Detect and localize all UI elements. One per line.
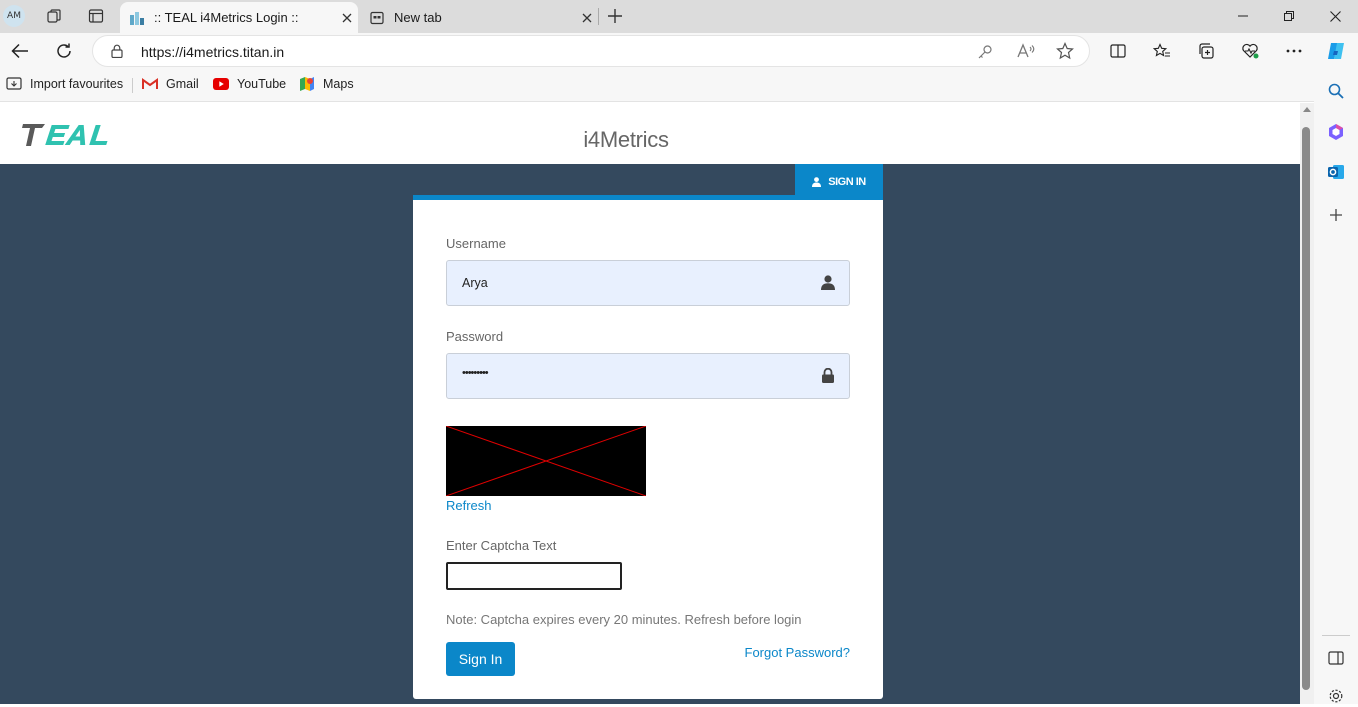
tab-title: :: TEAL i4Metrics Login :: <box>154 10 299 25</box>
sign-in-tab[interactable]: SIGN IN <box>795 164 883 199</box>
sign-in-button[interactable]: Sign In <box>446 642 515 676</box>
sidebar-divider <box>1322 635 1350 636</box>
new-tab-favicon-icon <box>360 10 394 26</box>
maps-icon <box>299 76 315 92</box>
scroll-up-arrow-icon[interactable] <box>1303 107 1311 112</box>
add-sidebar-app-icon[interactable] <box>1325 204 1347 226</box>
tab-close-icon[interactable] <box>336 7 358 29</box>
favourite-maps[interactable]: Maps <box>299 76 354 92</box>
tab-divider <box>598 8 599 25</box>
favourites-bar: Import favourites Gmail YouTube Maps <box>0 69 1358 102</box>
copilot-icon[interactable] <box>1320 35 1352 67</box>
split-screen-icon[interactable] <box>1102 35 1134 67</box>
edge-sidebar <box>1314 69 1358 704</box>
captcha-label: Enter Captcha Text <box>446 538 557 553</box>
tab-teal-login[interactable]: :: TEAL i4Metrics Login :: <box>120 2 358 33</box>
office-icon[interactable] <box>1325 121 1347 143</box>
workspaces-icon[interactable] <box>40 2 68 30</box>
favourites-icon[interactable] <box>1146 35 1178 67</box>
browser-toolbar: https://i4metrics.titan.in <box>0 33 1358 69</box>
search-icon[interactable] <box>1325 80 1347 102</box>
minimize-icon[interactable] <box>1220 0 1266 32</box>
collections-icon[interactable] <box>1190 35 1222 67</box>
scrollbar-thumb[interactable] <box>1302 127 1310 690</box>
refresh-captcha-link[interactable]: Refresh <box>446 498 492 513</box>
hide-sidebar-icon[interactable] <box>1325 647 1347 669</box>
address-bar[interactable]: https://i4metrics.titan.in <box>92 35 1090 67</box>
page-viewport: i4Metrics SIGN IN Username Arya Password… <box>0 103 1300 704</box>
reload-icon[interactable] <box>48 35 80 67</box>
favourite-label: Import favourites <box>30 77 124 91</box>
broken-image-icon <box>446 426 646 496</box>
favbar-divider <box>132 78 133 93</box>
tab-title: New tab <box>394 10 442 25</box>
password-value: ••••••••• <box>462 367 489 379</box>
login-card: Username Arya Password ••••••••• Refresh… <box>413 195 883 699</box>
tab-new-tab[interactable]: New tab <box>360 2 598 33</box>
restore-icon[interactable] <box>1266 0 1312 32</box>
site-header: i4Metrics <box>0 103 1300 164</box>
sign-in-tab-label: SIGN IN <box>828 175 866 188</box>
import-icon <box>6 76 22 92</box>
captcha-input[interactable] <box>446 562 622 590</box>
username-value: Arya <box>462 276 488 290</box>
favourite-star-icon[interactable] <box>1056 42 1074 60</box>
lock-icon[interactable] <box>111 44 123 58</box>
more-options-icon[interactable] <box>1278 35 1310 67</box>
password-key-icon[interactable] <box>977 44 993 60</box>
youtube-icon <box>213 76 229 92</box>
favourite-import[interactable]: Import favourites <box>6 76 123 92</box>
user-icon <box>812 176 822 187</box>
url-text[interactable]: https://i4metrics.titan.in <box>141 44 284 60</box>
tab-strip: AM :: TEAL i4Metrics Login :: New tab <box>0 0 1358 33</box>
tab-close-icon[interactable] <box>576 7 598 29</box>
profile-avatar[interactable]: AM <box>3 5 25 27</box>
favourite-label: Gmail <box>166 77 199 91</box>
favourite-gmail[interactable]: Gmail <box>142 76 199 92</box>
outlook-icon[interactable] <box>1325 161 1347 183</box>
captcha-note: Note: Captcha expires every 20 minutes. … <box>446 612 802 627</box>
username-field[interactable]: Arya <box>446 260 850 306</box>
read-aloud-icon[interactable] <box>1017 43 1035 59</box>
page-scrollbar[interactable] <box>1300 103 1314 704</box>
new-tab-plus-icon[interactable] <box>601 2 629 30</box>
back-arrow-icon[interactable] <box>4 35 36 67</box>
user-icon <box>820 273 836 291</box>
site-favicon-icon <box>120 10 154 26</box>
favourite-label: YouTube <box>237 77 287 91</box>
close-window-icon[interactable] <box>1312 0 1358 32</box>
site-title: i4Metrics <box>583 127 669 152</box>
favourite-youtube[interactable]: YouTube <box>213 76 286 92</box>
password-field[interactable]: ••••••••• <box>446 353 850 399</box>
browser-essentials-icon[interactable] <box>1234 35 1266 67</box>
lock-icon <box>820 366 836 384</box>
gmail-icon <box>142 76 158 92</box>
username-label: Username <box>446 236 506 251</box>
favourite-label: Maps <box>323 77 354 91</box>
vertical-tabs-icon[interactable] <box>82 2 110 30</box>
captcha-image <box>446 426 646 496</box>
password-label: Password <box>446 329 504 344</box>
forgot-password-link[interactable]: Forgot Password? <box>745 645 851 660</box>
